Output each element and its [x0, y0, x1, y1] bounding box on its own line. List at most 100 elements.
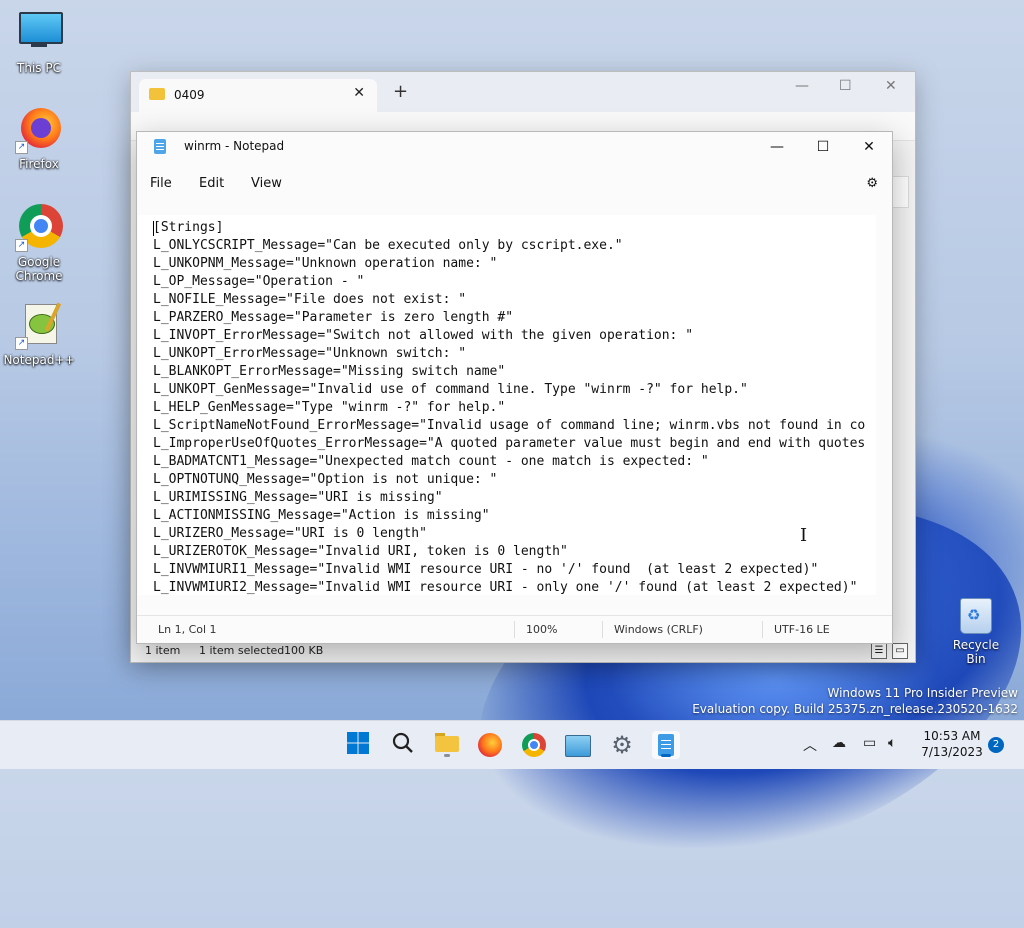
volume-icon[interactable]: 🔈︎ — [888, 735, 896, 751]
taskbar-clock[interactable]: 10:53 AM 7/13/2023 — [916, 728, 988, 760]
notepad-app-icon — [154, 139, 166, 154]
text-line: L_HELP_GenMessage="Type "winrm -?" for h… — [153, 400, 506, 415]
network-icon[interactable]: ☁ — [832, 735, 846, 751]
menu-view[interactable]: View — [251, 176, 282, 191]
new-tab-button[interactable]: + — [393, 81, 408, 102]
menu-bar: File Edit View ⚙ — [137, 170, 892, 198]
taskbar-settings[interactable]: ⚙ — [608, 731, 636, 759]
close-button[interactable]: ✕ — [846, 132, 892, 162]
notepad-status-bar: Ln 1, Col 1 100% Windows (CRLF) UTF-16 L… — [137, 615, 892, 643]
text-line: L_OP_Message="Operation - " — [153, 274, 365, 289]
mouse-ibeam-cursor: I — [800, 525, 808, 546]
text-line: L_ONLYCSCRIPT_Message="Can be executed o… — [153, 238, 623, 253]
notepad-window[interactable]: winrm - Notepad — ☐ ✕ File Edit View ⚙ [… — [136, 131, 893, 644]
desktop-icon-label: Firefox — [19, 157, 59, 171]
text-line: L_INVWMIURI1_Message="Invalid WMI resour… — [153, 562, 819, 577]
taskbar-control-panel[interactable] — [564, 731, 592, 759]
display-icon[interactable]: ▭ — [863, 735, 876, 751]
taskbar-file-explorer[interactable] — [433, 731, 461, 759]
start-button[interactable] — [344, 731, 372, 759]
folder-icon — [149, 88, 165, 100]
status-encoding: UTF-16 LE — [774, 623, 830, 636]
text-editor[interactable]: [Strings] L_ONLYCSCRIPT_Message="Can be e… — [138, 215, 876, 595]
control-panel-icon — [565, 735, 591, 757]
status-divider — [762, 621, 763, 638]
explorer-tab[interactable]: 0409 ✕ — [139, 79, 377, 112]
text-line: L_UNKOPT_GenMessage="Invalid use of comm… — [153, 382, 748, 397]
taskbar-chrome[interactable] — [520, 731, 548, 759]
status-divider — [514, 621, 515, 638]
window-title: winrm - Notepad — [184, 139, 285, 153]
gear-icon: ⚙ — [611, 731, 633, 759]
desktop-icon-chrome[interactable]: ↗ Google Chrome — [3, 204, 75, 283]
details-view-icon[interactable]: ☰ — [871, 643, 887, 659]
text-line: L_PARZERO_Message="Parameter is zero len… — [153, 310, 514, 325]
text-line: L_INVOPT_ErrorMessage="Switch not allowe… — [153, 328, 694, 343]
text-line: L_ImproperUseOfQuotes_ErrorMessage="A qu… — [153, 436, 866, 451]
desktop-icon-label: Google Chrome — [15, 255, 63, 283]
running-indicator — [444, 754, 450, 757]
taskbar: ⚙ ︿ ☁ ▭ 🔈︎ 10:53 AM 7/13/2023 2 — [0, 720, 1024, 769]
text-line: L_INVWMIURI2_Message="Invalid WMI resour… — [153, 580, 858, 595]
active-app-indicator — [661, 754, 671, 757]
text-line: L_URIZEROTOK_Message="Invalid URI, token… — [153, 544, 568, 559]
status-line-ending: Windows (CRLF) — [614, 623, 703, 636]
monitor-icon — [15, 10, 63, 58]
close-button[interactable]: ✕ — [885, 78, 897, 94]
desktop-icon-label: This PC — [17, 61, 61, 75]
clock-date: 7/13/2023 — [921, 745, 983, 759]
search-button[interactable] — [389, 731, 417, 759]
editor-lines: [Strings] L_ONLYCSCRIPT_Message="Can be e… — [153, 219, 865, 595]
menu-file[interactable]: File — [150, 176, 172, 191]
maximize-button[interactable]: ☐ — [800, 132, 846, 162]
status-size: 100 KB — [284, 644, 324, 657]
desktop-icon-label: Notepad++ — [3, 353, 75, 367]
maximize-button[interactable]: ☐ — [839, 78, 852, 94]
close-tab-icon[interactable]: ✕ — [353, 85, 365, 101]
desktop-icon-notepad-plus-plus[interactable]: ↗ Notepad++ — [3, 302, 75, 367]
desktop-icon-this-pc[interactable]: This PC — [3, 10, 75, 75]
text-line: L_OPTNOTUNQ_Message="Option is not uniqu… — [153, 472, 498, 487]
menu-edit[interactable]: Edit — [199, 176, 224, 191]
show-hidden-icons-chevron-icon[interactable]: ︿ — [803, 735, 817, 755]
settings-gear-icon[interactable]: ⚙ — [866, 176, 878, 191]
desktop-icon-label: Recycle Bin — [952, 638, 1000, 666]
tiles-view-icon[interactable]: ▭ — [892, 643, 908, 659]
minimize-button[interactable]: — — [754, 132, 800, 162]
status-selected: 1 item selected — [199, 644, 285, 657]
explorer-tab-bar: 0409 ✕ + — ☐ ✕ — [131, 72, 915, 112]
status-item-count: 1 item — [145, 644, 181, 657]
text-line: L_ACTIONMISSING_Message="Action is missi… — [153, 508, 490, 523]
taskbar-firefox[interactable] — [476, 731, 504, 759]
status-divider — [602, 621, 603, 638]
text-line: L_UNKOPNM_Message="Unknown operation nam… — [153, 256, 498, 271]
minimize-button[interactable]: — — [795, 78, 809, 94]
recycle-bin-icon: ♻ — [960, 598, 992, 634]
windows-logo-icon — [347, 732, 369, 754]
text-line: L_NOFILE_Message="File does not exist: " — [153, 292, 467, 307]
firefox-icon — [478, 733, 502, 757]
evaluation-watermark: Windows 11 Pro Insider Preview Evaluatio… — [692, 685, 1018, 717]
status-zoom: 100% — [526, 623, 558, 636]
shortcut-arrow-icon: ↗ — [15, 337, 28, 350]
chrome-icon — [522, 733, 546, 757]
search-icon — [392, 732, 413, 753]
explorer-tab-title: 0409 — [174, 88, 205, 102]
status-cursor-position: Ln 1, Col 1 — [158, 623, 217, 636]
desktop-icon-recycle-bin[interactable]: ♻ Recycle Bin — [944, 598, 1008, 666]
text-line: L_BLANKOPT_ErrorMessage="Missing switch … — [153, 364, 506, 379]
taskbar-notepad[interactable] — [652, 731, 680, 759]
vertical-scrollbar[interactable] — [878, 215, 892, 595]
notification-badge[interactable]: 2 — [988, 737, 1004, 753]
folder-icon — [435, 733, 459, 752]
text-caret — [153, 221, 154, 236]
desktop-icon-firefox[interactable]: ↗ Firefox — [3, 106, 75, 171]
text-line: [Strings] — [153, 220, 224, 235]
text-line: L_UNKOPT_ErrorMessage="Unknown switch: " — [153, 346, 467, 361]
notepad-title-bar[interactable]: winrm - Notepad — ☐ ✕ — [137, 132, 892, 162]
firefox-icon: ↗ — [15, 106, 63, 154]
notepad-app-icon — [658, 734, 674, 756]
shortcut-arrow-icon: ↗ — [15, 141, 28, 154]
text-line: L_BADMATCNT1_Message="Unexpected match c… — [153, 454, 709, 469]
text-line: L_ScriptNameNotFound_ErrorMessage="Inval… — [153, 418, 866, 433]
